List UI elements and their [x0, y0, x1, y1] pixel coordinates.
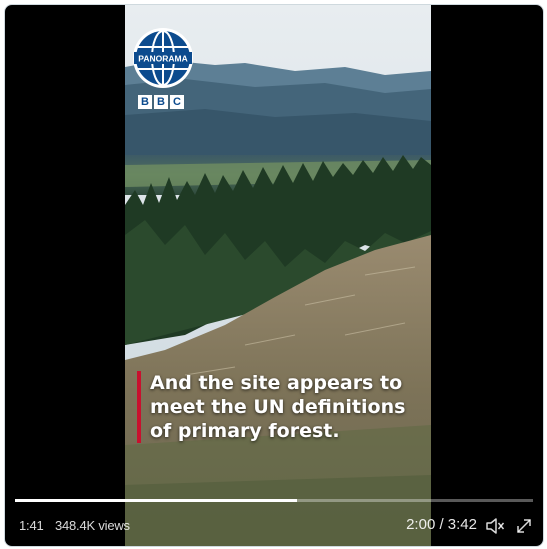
caption-line: of primary forest. [150, 420, 340, 442]
video-player[interactable]: PANORAMA B B C And the site appears to m… [4, 4, 544, 547]
expand-icon[interactable] [515, 517, 533, 535]
views-label: 348.4K views [54, 518, 130, 533]
panorama-logo: PANORAMA [133, 28, 193, 88]
view-count: 1:41 348.4K views [19, 518, 130, 533]
player-controls: 1:41 348.4K views 2:00 / 3:42 [5, 515, 543, 539]
bbc-letter: B [138, 95, 152, 109]
progress-fill [15, 499, 298, 502]
logo-text: PANORAMA [138, 54, 187, 64]
bbc-letter: B [154, 95, 168, 109]
volume-muted-icon[interactable] [485, 517, 505, 535]
bbc-letter: C [170, 95, 184, 109]
progress-bar[interactable] [15, 499, 533, 502]
time-display: 2:00 / 3:42 [406, 516, 477, 533]
video-frame[interactable]: PANORAMA B B C And the site appears to m… [125, 5, 431, 546]
subtitle-caption: And the site appears to meet the UN defi… [137, 371, 431, 443]
bbc-logo: B B C [138, 95, 184, 109]
caption-line: And the site appears to [150, 372, 403, 394]
caption-line: meet the UN definitions [150, 396, 406, 418]
elapsed-time-short: 1:41 [19, 518, 44, 533]
